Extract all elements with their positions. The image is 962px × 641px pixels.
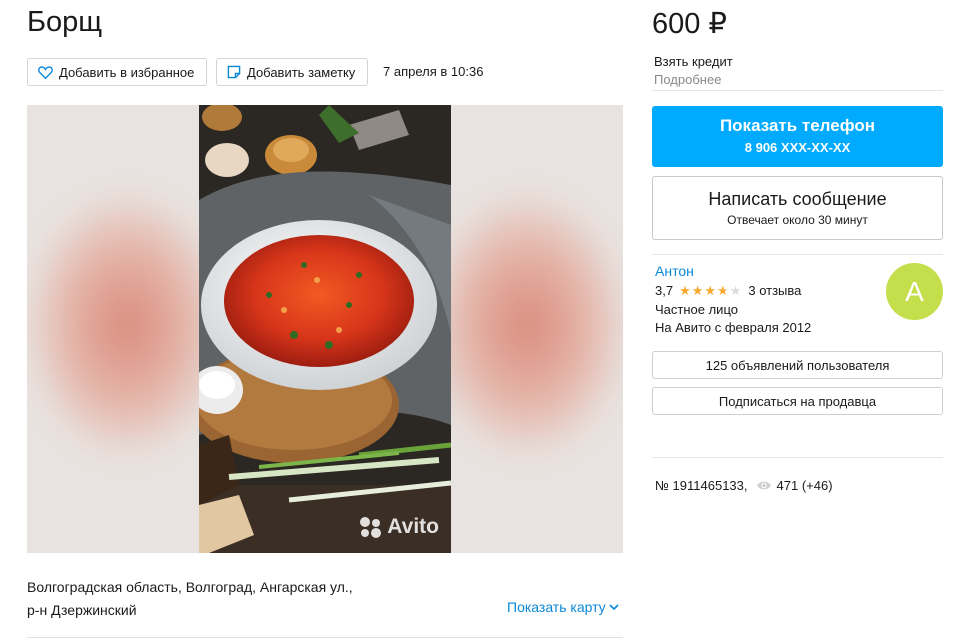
response-time: Отвечает около 30 минут xyxy=(727,213,868,227)
main-photo[interactable]: Avito xyxy=(199,105,451,553)
user-listings-button[interactable]: 125 объявлений пользователя xyxy=(652,351,943,379)
heart-icon xyxy=(38,66,53,79)
address-line-1: Волгоградская область, Волгоград, Ангарс… xyxy=(27,579,353,595)
chevron-down-icon xyxy=(609,604,619,611)
credit-label: Взять кредит xyxy=(654,54,733,69)
divider xyxy=(652,457,943,458)
photo-gallery[interactable]: Avito xyxy=(27,105,623,553)
address-line-2: р-н Дзержинский xyxy=(27,602,137,618)
subscribe-button[interactable]: Подписаться на продавца xyxy=(652,387,943,415)
star-icon: ★ xyxy=(717,283,729,298)
show-phone-button[interactable]: Показать телефон 8 906 XXX-XX-XX xyxy=(652,106,943,167)
seller-name-link[interactable]: Антон xyxy=(655,263,694,279)
page-title: Борщ xyxy=(27,6,103,38)
seller-type: Частное лицо xyxy=(655,302,738,317)
divider xyxy=(652,254,943,255)
rating-stars: ★ ★ ★ ★ ★ xyxy=(679,284,742,297)
seller-since: На Авито с февраля 2012 xyxy=(655,320,812,335)
ad-number: № 1911465133, xyxy=(655,478,748,493)
star-icon: ★ xyxy=(704,283,717,298)
views-count: 471 (+46) xyxy=(776,478,833,493)
phone-number: 8 906 XXX-XX-XX xyxy=(744,140,851,155)
borscht-photo xyxy=(199,105,451,553)
avito-logo-icon xyxy=(360,516,382,538)
price: 600 ₽ xyxy=(652,8,727,40)
write-message-label: Написать сообщение xyxy=(708,189,887,209)
add-to-favorites-button[interactable]: Добавить в избранное xyxy=(27,58,207,86)
divider xyxy=(27,637,623,638)
publish-date: 7 апреля в 10:36 xyxy=(383,64,484,79)
avatar[interactable]: А xyxy=(886,263,943,320)
note-icon xyxy=(227,65,241,79)
watermark-text: Avito xyxy=(387,515,439,538)
divider xyxy=(652,90,943,91)
reviews-link[interactable]: 3 отзыва xyxy=(748,283,801,298)
star-icon: ★ xyxy=(679,283,691,298)
avito-watermark: Avito xyxy=(360,515,439,539)
seller-rating: 3,7 ★ ★ ★ ★ ★ 3 отзыва xyxy=(655,283,801,298)
add-note-button[interactable]: Добавить заметку xyxy=(216,58,368,86)
show-phone-label: Показать телефон xyxy=(719,116,876,135)
write-message-button[interactable]: Написать сообщение Отвечает около 30 мин… xyxy=(652,176,943,240)
add-note-label: Добавить заметку xyxy=(247,64,356,80)
star-icon: ★ xyxy=(729,283,742,298)
ad-meta: № 1911465133, 471 (+46) xyxy=(655,478,833,493)
show-map-link[interactable]: Показать карту xyxy=(507,599,619,615)
address: Волгоградская область, Волгоград, Ангарс… xyxy=(27,576,427,622)
eye-icon xyxy=(756,481,771,490)
rating-value: 3,7 xyxy=(655,283,674,298)
show-map-label: Показать карту xyxy=(507,599,606,615)
star-icon: ★ xyxy=(691,283,704,298)
credit-more-link[interactable]: Подробнее xyxy=(654,72,721,87)
add-to-favorites-label: Добавить в избранное xyxy=(59,64,195,80)
